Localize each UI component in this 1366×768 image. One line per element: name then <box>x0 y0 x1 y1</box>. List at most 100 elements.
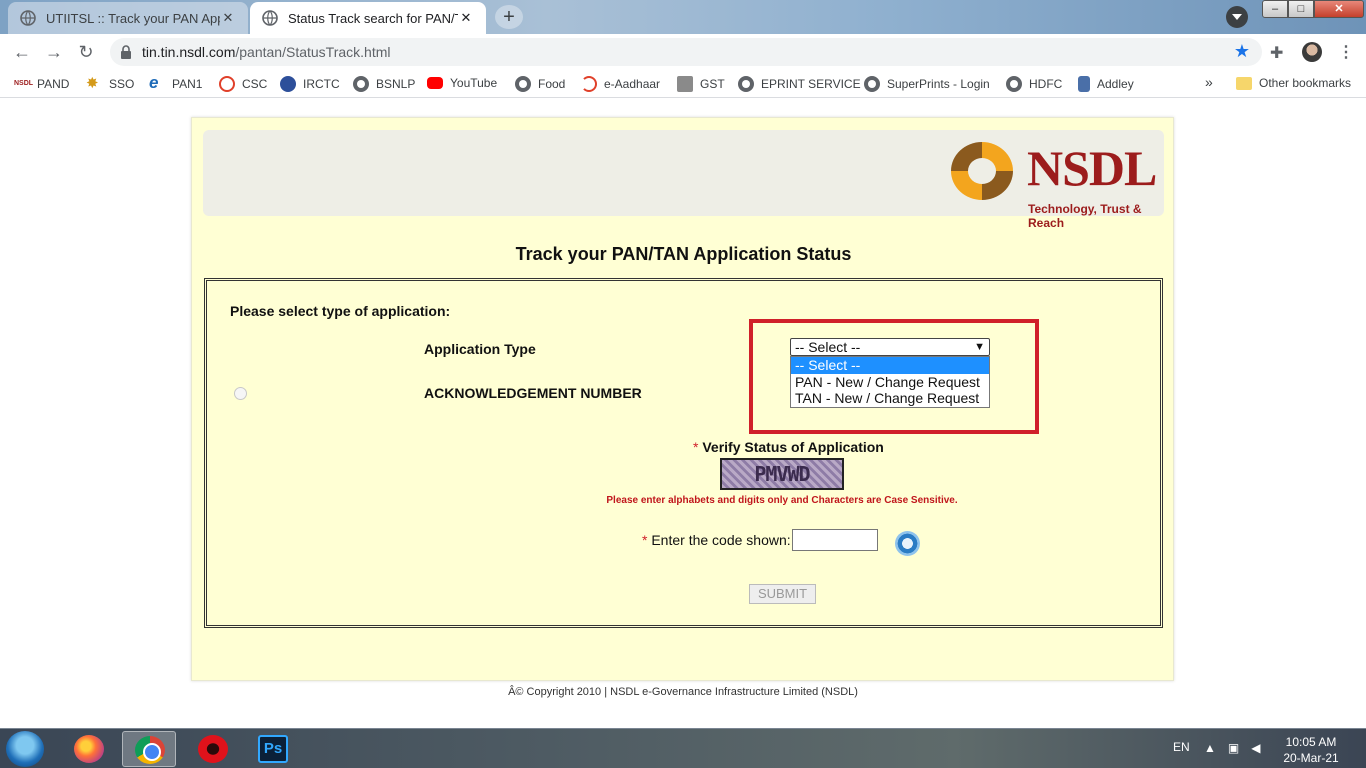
submit-button[interactable]: SUBMIT <box>749 584 816 604</box>
bookmark-pan1[interactable]: e PAN1 <box>149 73 203 92</box>
bookmark-label: IRCTC <box>303 77 340 91</box>
application-type-select[interactable]: -- Select -- ▼ <box>790 338 990 356</box>
clock[interactable]: 10:05 AM 20-Mar-21 <box>1276 734 1346 766</box>
refresh-captcha-icon[interactable] <box>895 531 920 556</box>
addley-icon <box>1078 76 1090 92</box>
taskbar-opera[interactable] <box>186 731 240 767</box>
taskbar-chrome[interactable] <box>122 731 176 767</box>
kebab-menu-icon[interactable]: ⋮ <box>1338 42 1354 62</box>
url-host: tin.tin.nsdl.com <box>142 44 236 60</box>
back-arrow-icon[interactable]: ← <box>10 41 34 65</box>
option-select[interactable]: -- Select -- <box>791 357 989 374</box>
bookmark-eprint[interactable]: EPRINT SERVICE <box>738 76 861 92</box>
globe-icon <box>515 76 531 92</box>
ack-number-radio[interactable] <box>234 387 247 400</box>
browser-toolbar: ← → ↻ tin.tin.nsdl.com/pantan/StatusTrac… <box>0 34 1366 70</box>
volume-icon[interactable]: ◀ <box>1251 741 1272 755</box>
network-icon[interactable]: ▣ <box>1228 741 1251 755</box>
taskbar-firefox[interactable] <box>62 731 116 767</box>
tab-utiitsl[interactable]: UTIITSL :: Track your PAN Applica ✕ <box>8 2 248 34</box>
chrome-icon <box>135 736 165 764</box>
code-label: * Enter the code shown: <box>642 532 791 548</box>
bookmark-sso[interactable]: ✸ SSO <box>86 76 134 92</box>
close-icon[interactable]: ✕ <box>220 10 236 26</box>
copyright-footer: Â© Copyright 2010 | NSDL e-Governance In… <box>508 686 858 698</box>
tray-arrow-icon[interactable]: ▲ <box>1204 741 1228 755</box>
bookmark-bsnlp[interactable]: BSNLP <box>353 76 415 92</box>
ie-icon: e <box>149 73 159 92</box>
bookmark-addley[interactable]: Addley <box>1078 76 1134 92</box>
forward-arrow-icon[interactable]: → <box>42 41 66 65</box>
chevron-down-icon: ▼ <box>974 341 985 353</box>
csc-icon <box>219 76 235 92</box>
bookmark-pand[interactable]: NSDL PAND <box>14 76 69 92</box>
clock-date: 20-Mar-21 <box>1283 751 1339 765</box>
tab-search-icon[interactable] <box>1226 6 1248 28</box>
captcha-image: PMVWD <box>720 458 844 490</box>
opera-icon <box>198 735 228 763</box>
status-form: Please select type of application: Appli… <box>204 278 1163 628</box>
bookmark-gst[interactable]: GST <box>677 76 725 92</box>
reload-icon[interactable]: ↻ <box>74 41 98 65</box>
code-label-text: Enter the code shown: <box>651 532 791 548</box>
globe-icon <box>20 10 36 26</box>
new-tab-button[interactable]: + <box>495 5 523 29</box>
tray-icons[interactable]: ▲▣◀ <box>1204 741 1272 755</box>
close-window-button[interactable]: ✕ <box>1314 0 1364 18</box>
url-path: /pantan/StatusTrack.html <box>235 44 391 60</box>
bookmark-label: SuperPrints - Login <box>887 77 990 91</box>
bookmark-food[interactable]: Food <box>515 76 565 92</box>
bookmark-label: PAN1 <box>172 77 203 91</box>
bookmark-label: EPRINT SERVICE <box>761 77 861 91</box>
emblem-icon <box>677 76 693 92</box>
bookmark-label: e-Aadhaar <box>604 77 661 91</box>
globe-icon <box>353 76 369 92</box>
page-header: NSDL Technology, Trust & Reach <box>203 130 1164 230</box>
select-type-label: Please select type of application: <box>230 303 451 319</box>
bookmark-label: GST <box>700 77 725 91</box>
bookmarks-overflow-button[interactable]: » <box>1205 74 1213 90</box>
youtube-icon <box>427 77 443 89</box>
bookmark-label: SSO <box>109 77 135 91</box>
bookmark-youtube[interactable]: YouTube <box>427 76 497 90</box>
application-type-dropdown: -- Select -- PAN - New / Change Request … <box>790 356 990 408</box>
taskbar: Ps EN ▲▣◀ 10:05 AM 20-Mar-21 <box>0 728 1366 768</box>
bookmark-irctc[interactable]: IRCTC <box>280 76 340 92</box>
bookmark-csc[interactable]: CSC <box>219 76 267 92</box>
nsdl-logo-icon <box>951 142 1013 200</box>
tab-status-track[interactable]: Status Track search for PAN/TAN ✕ <box>250 2 486 34</box>
bookmark-eaadhaar[interactable]: e-Aadhaar <box>581 76 660 92</box>
page-title: Track your PAN/TAN Application Status <box>515 244 852 264</box>
language-indicator[interactable]: EN <box>1173 740 1190 754</box>
verify-label-text: Verify Status of Application <box>702 439 884 455</box>
extensions-puzzle-icon[interactable]: ✚ <box>1270 43 1283 63</box>
minimize-button[interactable]: – <box>1262 0 1288 18</box>
tab-title: Status Track search for PAN/TAN <box>288 10 458 26</box>
logo-tagline: Technology, Trust & Reach <box>1028 202 1142 230</box>
bookmark-label: Other bookmarks <box>1259 76 1352 90</box>
bookmark-label: PAND <box>37 77 70 91</box>
bookmark-star-icon[interactable]: ★ <box>1234 41 1250 62</box>
window-controls: – □ ✕ <box>1262 0 1366 20</box>
captcha-code-input[interactable] <box>792 529 878 551</box>
globe-icon <box>864 76 880 92</box>
globe-icon <box>262 10 278 26</box>
tab-strip: UTIITSL :: Track your PAN Applica ✕ Stat… <box>0 0 1366 34</box>
start-button[interactable] <box>6 731 44 767</box>
option-pan-new-change[interactable]: PAN - New / Change Request <box>791 374 989 391</box>
maximize-button[interactable]: □ <box>1288 0 1314 18</box>
other-bookmarks[interactable]: Other bookmarks <box>1236 76 1351 90</box>
bookmark-superprints[interactable]: SuperPrints - Login <box>864 76 990 92</box>
address-bar[interactable]: tin.tin.nsdl.com/pantan/StatusTrack.html… <box>110 38 1262 66</box>
option-tan-new-change[interactable]: TAN - New / Change Request <box>791 390 989 407</box>
required-mark: * <box>642 532 648 548</box>
nsdl-icon: NSDL <box>14 76 33 92</box>
bookmark-hdfc[interactable]: HDFC <box>1006 76 1062 92</box>
avatar[interactable] <box>1302 42 1322 62</box>
close-icon[interactable]: ✕ <box>458 10 474 26</box>
bookmark-label: CSC <box>242 77 268 91</box>
taskbar-photoshop[interactable]: Ps <box>246 731 300 767</box>
firefox-icon <box>74 735 104 763</box>
irctc-icon <box>280 76 296 92</box>
globe-icon <box>1006 76 1022 92</box>
